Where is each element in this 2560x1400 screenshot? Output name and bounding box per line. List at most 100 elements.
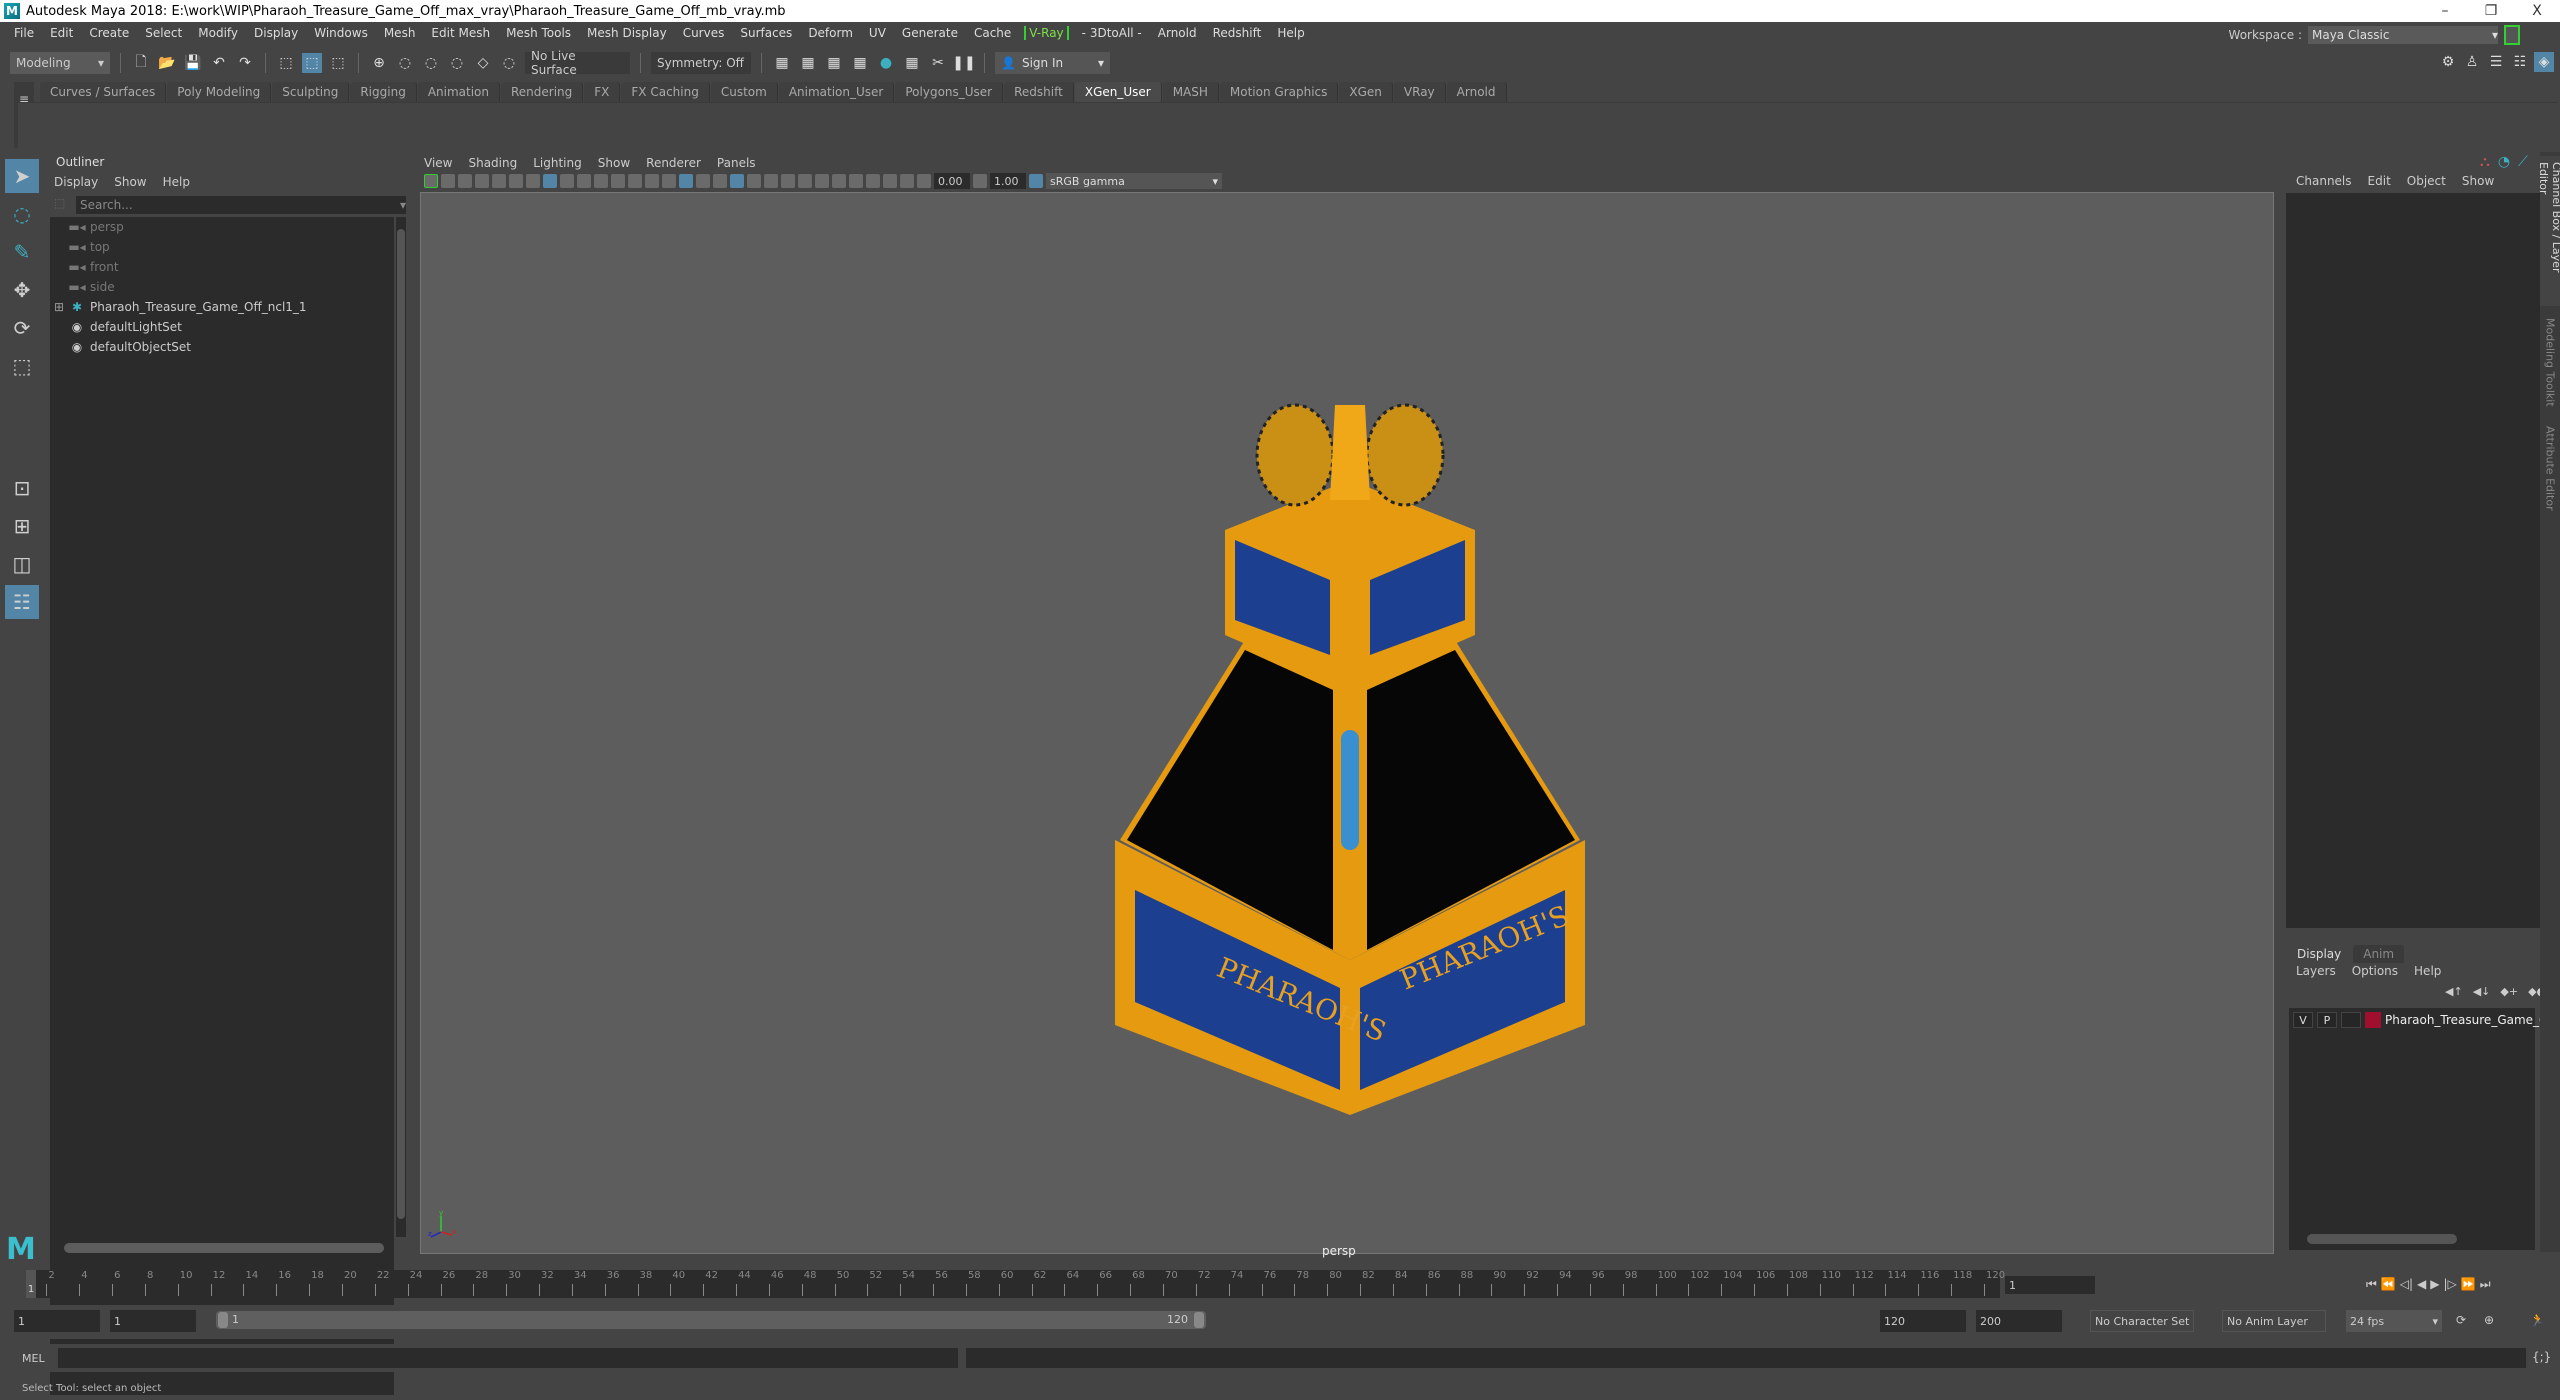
filter-icon[interactable]: ⬚ [54,196,65,210]
gamma-field[interactable]: 1.00 [990,173,1026,189]
layer-display-type-toggle[interactable] [2341,1012,2361,1028]
shelf-tab-custom[interactable]: Custom [710,82,778,102]
outliner-item[interactable]: ▬◂ front [68,257,118,277]
default-material-icon[interactable] [696,174,710,188]
tab-display[interactable]: Display [2287,945,2352,963]
outliner-item[interactable]: ▬◂ persp [68,217,124,237]
menu-edit-mesh[interactable]: Edit Mesh [423,26,498,40]
camera-attributes-icon[interactable] [441,174,455,188]
shelf-tab-rigging[interactable]: Rigging [350,82,417,102]
menu-uv[interactable]: UV [861,26,894,40]
safe-action-icon[interactable] [628,174,642,188]
channel-box-menu-channels[interactable]: Channels [2296,174,2352,188]
smooth-shade-icon[interactable] [679,174,693,188]
menu-display[interactable]: Display [246,26,306,40]
shelf-tab-sculpting[interactable]: Sculpting [272,82,350,102]
resolution-gate-icon[interactable] [577,174,591,188]
play-forward-icon[interactable]: ▶ [2430,1277,2439,1292]
vray-toggle-icon[interactable] [424,174,438,188]
fps-dropdown[interactable]: 24 fps ▾ [2346,1310,2442,1332]
color-management-icon[interactable] [1029,174,1043,188]
ipr-render-icon[interactable]: ▦ [824,53,844,73]
go-to-end-icon[interactable]: ⏭ [2480,1277,2491,1292]
outliner-layout-icon[interactable]: ☷ [5,585,39,619]
menu-modify[interactable]: Modify [190,26,246,40]
shelf-tab-animation-user[interactable]: Animation_User [778,82,895,102]
scale-tool-icon[interactable]: ⬚ [5,349,39,383]
motion-blur-icon[interactable] [798,174,812,188]
shelf-tab-arnold[interactable]: Arnold [1446,82,1507,102]
menu-surfaces[interactable]: Surfaces [732,26,800,40]
move-tool-icon[interactable]: ✥ [5,273,39,307]
menu-select[interactable]: Select [137,26,190,40]
shelf-tab-animation[interactable]: Animation [417,82,500,102]
viewport-menu-shading[interactable]: Shading [468,156,517,170]
current-time-marker[interactable]: 1 [26,1270,36,1298]
select-component-icon[interactable]: ⬚ [328,53,348,73]
wireframe-on-shaded-icon[interactable] [713,174,727,188]
minimize-button[interactable]: – [2422,0,2468,22]
restore-button[interactable]: ❐ [2468,0,2514,22]
menu-v-ray[interactable]: V-Ray [1024,26,1069,40]
layer-visibility-toggle[interactable]: V [2293,1012,2313,1028]
move-layer-up-icon[interactable]: ◀↑ [2445,985,2463,998]
anti-aliasing-icon[interactable] [815,174,829,188]
shelf-tab-curves-surfaces[interactable]: Curves / Surfaces [40,82,167,102]
shelf-tab-motion-graphics[interactable]: Motion Graphics [1219,82,1339,102]
safe-title-icon[interactable] [645,174,659,188]
four-view-layout-icon[interactable]: ⊞ [5,509,39,543]
wireframe-icon[interactable] [662,174,676,188]
menu-generate[interactable]: Generate [894,26,966,40]
mel-label[interactable]: MEL [22,1352,45,1365]
shelf-tab-vray[interactable]: VRay [1393,82,1446,102]
menu-set-dropdown[interactable]: Modeling ▾ [10,52,110,74]
shelf-tab-polygons-user[interactable]: Polygons_User [895,82,1004,102]
select-hierarchy-icon[interactable]: ⬚ [276,53,296,73]
time-slider[interactable]: 2 4 6 8 10 12 14 16 18 20 22 24 26 28 30 32 34 36 38 40 42 44… [26,1270,2005,1298]
step-back-frame-icon[interactable]: ◁| [2400,1277,2413,1292]
snap-point-icon[interactable]: ◌ [421,53,441,73]
animation-preferences-icon[interactable]: 🏃 [2530,1313,2545,1327]
menu-windows[interactable]: Windows [306,26,376,40]
viewport-menu-show[interactable]: Show [598,156,630,170]
menu-file[interactable]: File [6,26,42,40]
anim-layer-field[interactable]: No Anim Layer [2222,1310,2326,1332]
pause-icon[interactable]: ❚❚ [952,53,975,73]
outliner-item[interactable]: ▬◂ side [68,277,114,297]
outliner-item[interactable]: ⊞ ✱ Pharaoh_Treasure_Game_Off_ncl1_1 [54,297,307,317]
menu-redshift[interactable]: Redshift [1205,26,1270,40]
expand-icon[interactable]: ⊞ [54,300,64,314]
redo-icon[interactable]: ↷ [235,53,255,73]
workspace-dropdown[interactable]: Maya Classic ▾ [2308,26,2498,44]
textured-icon[interactable] [730,174,744,188]
film-gate-icon[interactable] [560,174,574,188]
viewport-menu-lighting[interactable]: Lighting [533,156,582,170]
bookmark-icon[interactable] [458,174,472,188]
depth-of-field-icon[interactable] [832,174,846,188]
step-forward-key-icon[interactable]: ⏩ [2461,1277,2476,1292]
image-plane-icon[interactable] [475,174,489,188]
snap-projected-icon[interactable]: ◌ [499,53,519,73]
exposure-field[interactable]: 0.00 [934,173,970,189]
two-view-layout-icon[interactable]: ◫ [5,547,39,581]
shelf-tab-rendering[interactable]: Rendering [501,82,584,102]
menu-deform[interactable]: Deform [800,26,861,40]
menu-curves[interactable]: Curves [675,26,733,40]
tab-anim[interactable]: Anim [2353,945,2405,963]
open-scene-icon[interactable]: 📂 [157,53,177,73]
gate-mask-icon[interactable] [594,174,608,188]
go-to-start-icon[interactable]: ⏮ [2366,1277,2377,1292]
outliner-tab[interactable]: Outliner [48,152,112,172]
render-setup-icon[interactable]: ▦ [902,53,922,73]
character-set-field[interactable]: No Character Set [2090,1310,2194,1332]
menu-mesh[interactable]: Mesh [376,26,424,40]
loop-icon[interactable]: ⟳ [2456,1313,2466,1327]
step-back-key-icon[interactable]: ⏪ [2381,1277,2396,1292]
shelf-tab-poly-modeling[interactable]: Poly Modeling [167,82,272,102]
auto-key-icon[interactable]: ⊕ [2484,1313,2494,1327]
xray-joints-icon[interactable] [900,174,914,188]
shelf-tab-xgen-user[interactable]: XGen_User [1074,82,1162,102]
layer-menu-help[interactable]: Help [2414,964,2441,978]
layer-menu-options[interactable]: Options [2352,964,2398,978]
new-layer-icon[interactable]: ◆+ [2500,985,2518,998]
